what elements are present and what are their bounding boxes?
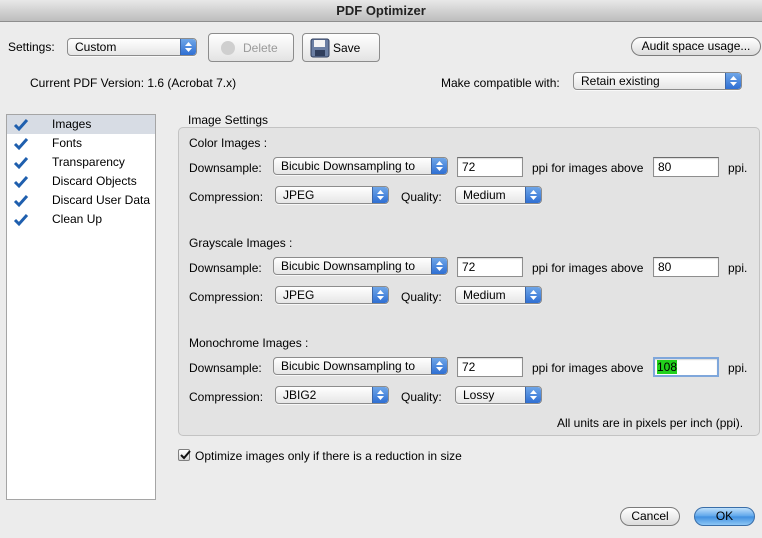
mono-ppi-above-label: ppi for images above xyxy=(532,361,644,375)
grayscale-quality-value: Medium xyxy=(463,288,506,302)
mono-compression-label: Compression: xyxy=(189,390,264,404)
checkmark-icon xyxy=(180,450,191,460)
chevron-updown-icon xyxy=(431,158,447,174)
grayscale-compression-label: Compression: xyxy=(189,290,264,304)
grayscale-downsample-label: Downsample: xyxy=(189,261,262,275)
grayscale-downsample-dropdown[interactable]: Bicubic Downsampling to xyxy=(273,257,448,275)
compatible-value: Retain existing xyxy=(581,74,660,88)
color-above-field[interactable]: 80 xyxy=(653,157,719,177)
color-images-title: Color Images : xyxy=(189,136,268,150)
sidebar-item-discard-user-data[interactable]: Discard User Data xyxy=(7,191,155,210)
category-list: Images Fonts Transparency Discard Object… xyxy=(6,114,156,500)
checkmark-icon xyxy=(13,194,29,211)
chevron-updown-icon xyxy=(525,287,541,303)
mono-downsample-value: Bicubic Downsampling to xyxy=(281,359,416,373)
sidebar-item-discard-objects[interactable]: Discard Objects xyxy=(7,172,155,191)
save-button[interactable]: Save xyxy=(302,33,380,62)
mono-above-value-selected: 108 xyxy=(657,360,678,374)
grayscale-above-field[interactable]: 80 xyxy=(653,257,719,277)
grayscale-compression-dropdown[interactable]: JPEG xyxy=(275,286,389,304)
grayscale-quality-label: Quality: xyxy=(401,290,442,304)
color-ppi-field[interactable]: 72 xyxy=(457,157,523,177)
grayscale-quality-dropdown[interactable]: Medium xyxy=(455,286,542,304)
color-quality-value: Medium xyxy=(463,188,506,202)
mono-quality-dropdown[interactable]: Lossy xyxy=(455,386,542,404)
grayscale-downsample-value: Bicubic Downsampling to xyxy=(281,259,416,273)
settings-label: Settings: xyxy=(8,40,55,54)
compatible-label: Make compatible with: xyxy=(441,76,560,90)
checkmark-icon xyxy=(13,137,29,154)
checkmark-icon xyxy=(13,118,29,135)
sidebar-item-label: Fonts xyxy=(52,136,83,150)
color-quality-dropdown[interactable]: Medium xyxy=(455,186,542,204)
current-pdf-version: Current PDF Version: 1.6 (Acrobat 7.x) xyxy=(30,76,237,90)
color-ppi-above-label: ppi for images above xyxy=(532,161,644,175)
sidebar-item-label: Clean Up xyxy=(52,212,103,226)
mono-compression-dropdown[interactable]: JBIG2 xyxy=(275,386,389,404)
grayscale-compression-value: JPEG xyxy=(283,288,315,302)
monochrome-images-title: Monochrome Images : xyxy=(189,336,309,350)
color-downsample-label: Downsample: xyxy=(189,161,262,175)
compatible-dropdown[interactable]: Retain existing xyxy=(573,72,742,90)
mono-downsample-dropdown[interactable]: Bicubic Downsampling to xyxy=(273,357,448,375)
checkmark-icon xyxy=(13,175,29,192)
ok-button[interactable]: OK xyxy=(694,507,755,526)
grayscale-ppi-unit: ppi. xyxy=(728,261,748,275)
color-downsample-dropdown[interactable]: Bicubic Downsampling to xyxy=(273,157,448,175)
checkmark-icon xyxy=(13,156,29,173)
settings-dropdown[interactable]: Custom xyxy=(67,38,197,56)
sidebar-item-label: Discard Objects xyxy=(52,174,137,188)
sidebar-item-label: Transparency xyxy=(52,155,125,169)
mono-ppi-unit: ppi. xyxy=(728,361,748,375)
chevron-updown-icon xyxy=(725,73,741,89)
mono-quality-value: Lossy xyxy=(463,388,495,402)
mono-quality-label: Quality: xyxy=(401,390,442,404)
sidebar-item-clean-up[interactable]: Clean Up xyxy=(7,210,155,229)
color-ppi-unit: ppi. xyxy=(728,161,748,175)
grayscale-ppi-field[interactable]: 72 xyxy=(457,257,523,277)
image-settings-title: Image Settings xyxy=(188,113,269,127)
delete-icon xyxy=(221,41,235,55)
sidebar-item-transparency[interactable]: Transparency xyxy=(7,153,155,172)
mono-ppi-field[interactable]: 72 xyxy=(457,357,523,377)
window-title: PDF Optimizer xyxy=(0,0,762,22)
chevron-updown-icon xyxy=(372,187,388,203)
sidebar-item-images[interactable]: Images xyxy=(7,115,155,134)
sidebar-item-label: Images xyxy=(52,117,92,131)
delete-label: Delete xyxy=(243,41,278,55)
grayscale-images-title: Grayscale Images : xyxy=(189,236,293,250)
chevron-updown-icon xyxy=(431,258,447,274)
color-downsample-value: Bicubic Downsampling to xyxy=(281,159,416,173)
color-compression-value: JPEG xyxy=(283,188,315,202)
mono-downsample-label: Downsample: xyxy=(189,361,262,375)
sidebar-item-label: Discard User Data xyxy=(52,193,151,207)
mono-above-field[interactable]: 108 xyxy=(653,357,719,377)
chevron-updown-icon xyxy=(372,287,388,303)
sidebar-item-fonts[interactable]: Fonts xyxy=(7,134,155,153)
chevron-updown-icon xyxy=(372,387,388,403)
audit-space-button[interactable]: Audit space usage... xyxy=(631,37,761,56)
color-quality-label: Quality: xyxy=(401,190,442,204)
delete-button[interactable]: Delete xyxy=(208,33,294,62)
chevron-updown-icon xyxy=(525,187,541,203)
checkmark-icon xyxy=(13,213,29,230)
chevron-updown-icon xyxy=(431,358,447,374)
color-compression-dropdown[interactable]: JPEG xyxy=(275,186,389,204)
cancel-button[interactable]: Cancel xyxy=(620,507,680,526)
chevron-updown-icon xyxy=(525,387,541,403)
mono-compression-value: JBIG2 xyxy=(283,388,317,402)
settings-value: Custom xyxy=(75,40,117,54)
optimize-images-checkbox[interactable] xyxy=(178,449,191,461)
chevron-updown-icon xyxy=(180,39,196,55)
units-note: All units are in pixels per inch (ppi). xyxy=(557,416,744,430)
save-label: Save xyxy=(333,41,361,55)
color-compression-label: Compression: xyxy=(189,190,264,204)
optimize-images-label[interactable]: Optimize images only if there is a reduc… xyxy=(195,449,462,463)
grayscale-ppi-above-label: ppi for images above xyxy=(532,261,644,275)
floppy-disk-icon xyxy=(310,38,330,61)
